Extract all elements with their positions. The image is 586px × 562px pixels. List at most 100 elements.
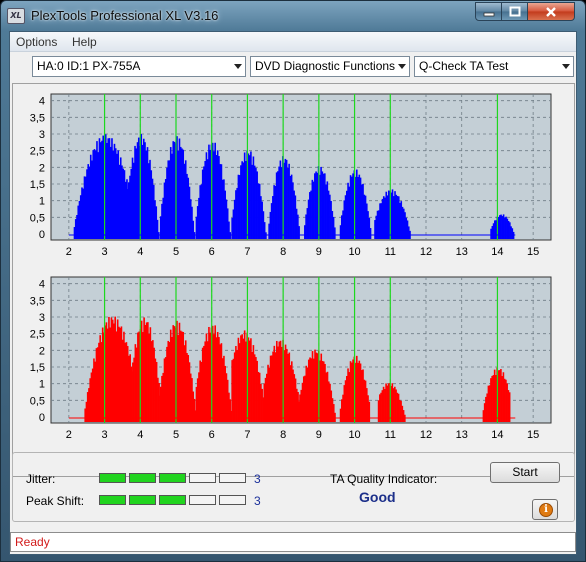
- meter-segment: [129, 495, 156, 505]
- y-tick-label: 1: [39, 196, 45, 208]
- x-tick-label: 15: [527, 246, 539, 258]
- meter-segment: [99, 495, 126, 505]
- y-tick-label: 2: [39, 162, 45, 174]
- data-bar: [298, 226, 300, 239]
- peak-shift-label: Peak Shift:: [26, 494, 85, 508]
- minimize-button[interactable]: [475, 2, 502, 21]
- x-tick-label: 8: [280, 429, 286, 441]
- y-tick-label: 4: [39, 96, 45, 108]
- x-tick-label: 4: [137, 246, 143, 258]
- x-tick-label: 7: [244, 429, 250, 441]
- x-tick-label: 12: [420, 246, 432, 258]
- x-tick-label: 5: [173, 429, 179, 441]
- menu-options[interactable]: Options: [16, 35, 57, 49]
- status-bar: Ready: [10, 532, 576, 552]
- info-icon: i: [539, 503, 553, 517]
- x-tick-label: 5: [173, 246, 179, 258]
- start-button[interactable]: Start: [490, 462, 560, 483]
- x-tick-label: 14: [491, 246, 503, 258]
- y-tick-label: 1: [39, 379, 45, 391]
- title-bar[interactable]: XL PlexTools Professional XL V3.16: [1, 1, 585, 31]
- menu-bar: Options Help: [10, 32, 576, 52]
- peak-shift-chart: 0 0,5 1 1,5 2 2,5 3 3,5 4 2 3 4 5 6 7 8 9 10 11 12 13 14 15: [30, 276, 552, 441]
- data-bar: [369, 228, 372, 239]
- app-window: XL PlexTools Professional XL V3.16 Optio…: [0, 0, 586, 562]
- x-tick-label: 8: [280, 246, 286, 258]
- data-bar: [157, 232, 160, 239]
- meter-segment: [189, 495, 216, 505]
- close-icon: [546, 7, 556, 17]
- x-tick-label: 12: [420, 429, 432, 441]
- test-select-value: Q-Check TA Test: [419, 59, 509, 73]
- y-tick-label: 0: [39, 412, 45, 424]
- app-logo-icon: XL: [7, 8, 25, 24]
- data-bar: [368, 401, 371, 422]
- x-tick-label: 2: [66, 246, 72, 258]
- close-button[interactable]: [527, 2, 575, 21]
- x-tick-label: 11: [385, 429, 396, 441]
- y-tick-label: 0,5: [30, 212, 45, 224]
- x-tick-label: 14: [491, 429, 503, 441]
- meter-segment: [219, 495, 246, 505]
- x-tick-label: 6: [209, 246, 215, 258]
- info-button[interactable]: i: [532, 499, 558, 520]
- x-tick-label: 6: [209, 429, 215, 441]
- charts-panel: 0 0,5 1 1,5 2 2,5 3 3,5 4 2 3 4 5 6 7 8 9 10 11 12 13 14 15 00…: [12, 83, 575, 477]
- y-tick-label: 0,5: [30, 395, 45, 407]
- y-tick-label: 0: [39, 229, 45, 241]
- menu-help[interactable]: Help: [72, 35, 97, 49]
- x-tick-label: 13: [456, 429, 468, 441]
- peak-shift-value: 3: [254, 494, 261, 508]
- x-tick-label: 10: [348, 246, 360, 258]
- meter-segment: [129, 473, 156, 483]
- meter-segment: [99, 473, 126, 483]
- y-tick-label: 2,5: [30, 146, 45, 158]
- function-select-value: DVD Diagnostic Functions: [255, 59, 396, 73]
- jitter-value: 3: [254, 472, 261, 486]
- x-tick-label: 11: [385, 246, 396, 258]
- drive-select-value: HA:0 ID:1 PX-755A: [37, 59, 141, 73]
- x-tick-label: 4: [137, 429, 143, 441]
- x-tick-label: 9: [316, 246, 322, 258]
- meter-segment: [189, 473, 216, 483]
- y-tick-label: 2,5: [30, 329, 45, 341]
- y-tick-label: 2: [39, 345, 45, 357]
- y-tick-label: 3,5: [30, 295, 45, 307]
- ta-quality-label: TA Quality Indicator:: [330, 472, 438, 486]
- data-bar: [193, 232, 196, 239]
- y-tick-label: 3: [39, 312, 45, 324]
- chevron-down-icon: [234, 64, 242, 69]
- x-tick-label: 3: [102, 246, 108, 258]
- data-bar: [334, 412, 336, 422]
- x-tick-label: 10: [348, 429, 360, 441]
- x-tick-label: 9: [316, 429, 322, 441]
- chevron-down-icon: [562, 64, 570, 69]
- jitter-label: Jitter:: [26, 472, 56, 486]
- status-text: Ready: [15, 535, 50, 549]
- data-bar: [334, 227, 336, 239]
- maximize-icon: [509, 6, 520, 17]
- data-bar: [229, 232, 231, 239]
- function-select[interactable]: DVD Diagnostic Functions: [250, 56, 410, 77]
- drive-select[interactable]: HA:0 ID:1 PX-755A: [32, 56, 246, 77]
- meter-segment: [159, 473, 186, 483]
- data-bar: [265, 232, 267, 239]
- x-tick-label: 13: [456, 246, 468, 258]
- x-tick-label: 2: [66, 429, 72, 441]
- meter-segment: [159, 495, 186, 505]
- y-tick-label: 1,5: [30, 362, 45, 374]
- y-tick-label: 4: [39, 279, 45, 291]
- x-tick-label: 7: [244, 246, 250, 258]
- window-title: PlexTools Professional XL V3.16: [31, 8, 219, 23]
- maximize-button[interactable]: [501, 2, 528, 21]
- x-tick-label: 3: [102, 429, 108, 441]
- y-tick-label: 1,5: [30, 179, 45, 191]
- y-tick-label: 3,5: [30, 112, 45, 124]
- client-area: Options Help HA:0 ID:1 PX-755A DVD Diagn…: [9, 31, 577, 555]
- chevron-down-icon: [398, 64, 406, 69]
- jitter-chart: 0 0,5 1 1,5 2 2,5 3 3,5 4 2 3 4 5 6 7 8 9 10 11 12 13 14 15: [30, 93, 552, 258]
- x-tick-label: 15: [527, 429, 539, 441]
- meter-segment: [219, 473, 246, 483]
- ta-quality-value: Good: [359, 489, 396, 505]
- test-select[interactable]: Q-Check TA Test: [414, 56, 574, 77]
